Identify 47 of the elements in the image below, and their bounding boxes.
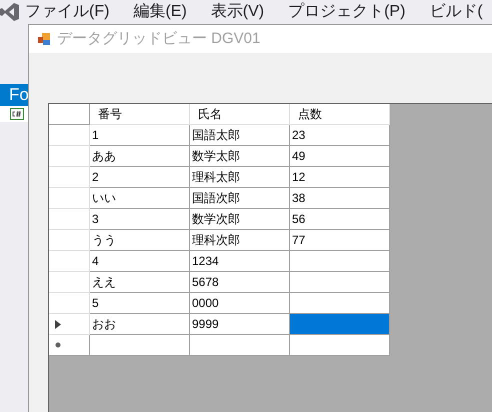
table-cell[interactable]: 4 [90, 251, 190, 272]
table-cell[interactable]: いい [90, 188, 190, 209]
new-row-icon [55, 342, 61, 348]
table-cell[interactable] [290, 251, 390, 272]
table-cell[interactable]: 数学太郎 [190, 146, 290, 167]
menu-item[interactable]: ビルド( [424, 0, 488, 24]
side-tab[interactable]: Fo [0, 84, 28, 106]
table-cell[interactable]: ええ [90, 272, 190, 293]
window-title: データグリッドビュー DGV01 [57, 28, 260, 49]
table-cell[interactable]: 49 [290, 146, 390, 167]
table-cell[interactable] [290, 293, 390, 314]
table-cell[interactable]: 2 [90, 167, 190, 188]
logo-icon [0, 2, 20, 22]
column-header[interactable]: 氏名 [190, 104, 290, 125]
table-cell[interactable]: 77 [290, 230, 390, 251]
menu-item[interactable]: ファイル(F) [20, 0, 114, 24]
table-cell[interactable]: 12 [290, 167, 390, 188]
column-header[interactable]: 点数 [290, 104, 390, 125]
table-cell[interactable]: 理科次郎 [190, 230, 290, 251]
table-cell[interactable]: 国語太郎 [190, 125, 290, 146]
menu-item[interactable]: 表示(V) [206, 0, 270, 24]
column-header[interactable]: 番号 [90, 104, 190, 125]
table-cell[interactable] [290, 272, 390, 293]
table-cell[interactable]: 56 [290, 209, 390, 230]
table-cell[interactable]: 1 [90, 125, 190, 146]
table-cell[interactable]: 0000 [190, 293, 290, 314]
table-cell[interactable]: 5678 [190, 272, 290, 293]
table-cell[interactable]: 3 [90, 209, 190, 230]
table-cell[interactable]: 理科太郎 [190, 167, 290, 188]
table-cell[interactable]: 9999 [190, 314, 290, 335]
table-cell[interactable]: 数学次郎 [190, 209, 290, 230]
table-cell[interactable]: ああ [90, 146, 190, 167]
table-cell[interactable]: 5 [90, 293, 190, 314]
table-cell[interactable]: 国語次郎 [190, 188, 290, 209]
table-cell[interactable] [190, 335, 290, 356]
table-cell[interactable]: おお [90, 314, 190, 335]
form-icon [37, 32, 51, 46]
table-cell[interactable]: 38 [290, 188, 390, 209]
current-row-icon [55, 320, 61, 328]
menu-item[interactable]: プロジェクト(P) [283, 0, 410, 24]
table-cell[interactable] [290, 314, 390, 335]
table-cell[interactable] [90, 335, 190, 356]
menu-item[interactable]: 編集(E) [128, 0, 192, 24]
table-cell[interactable] [290, 335, 390, 356]
table-cell[interactable]: 23 [290, 125, 390, 146]
table-cell[interactable]: うう [90, 230, 190, 251]
table-cell[interactable]: 1234 [190, 251, 290, 272]
